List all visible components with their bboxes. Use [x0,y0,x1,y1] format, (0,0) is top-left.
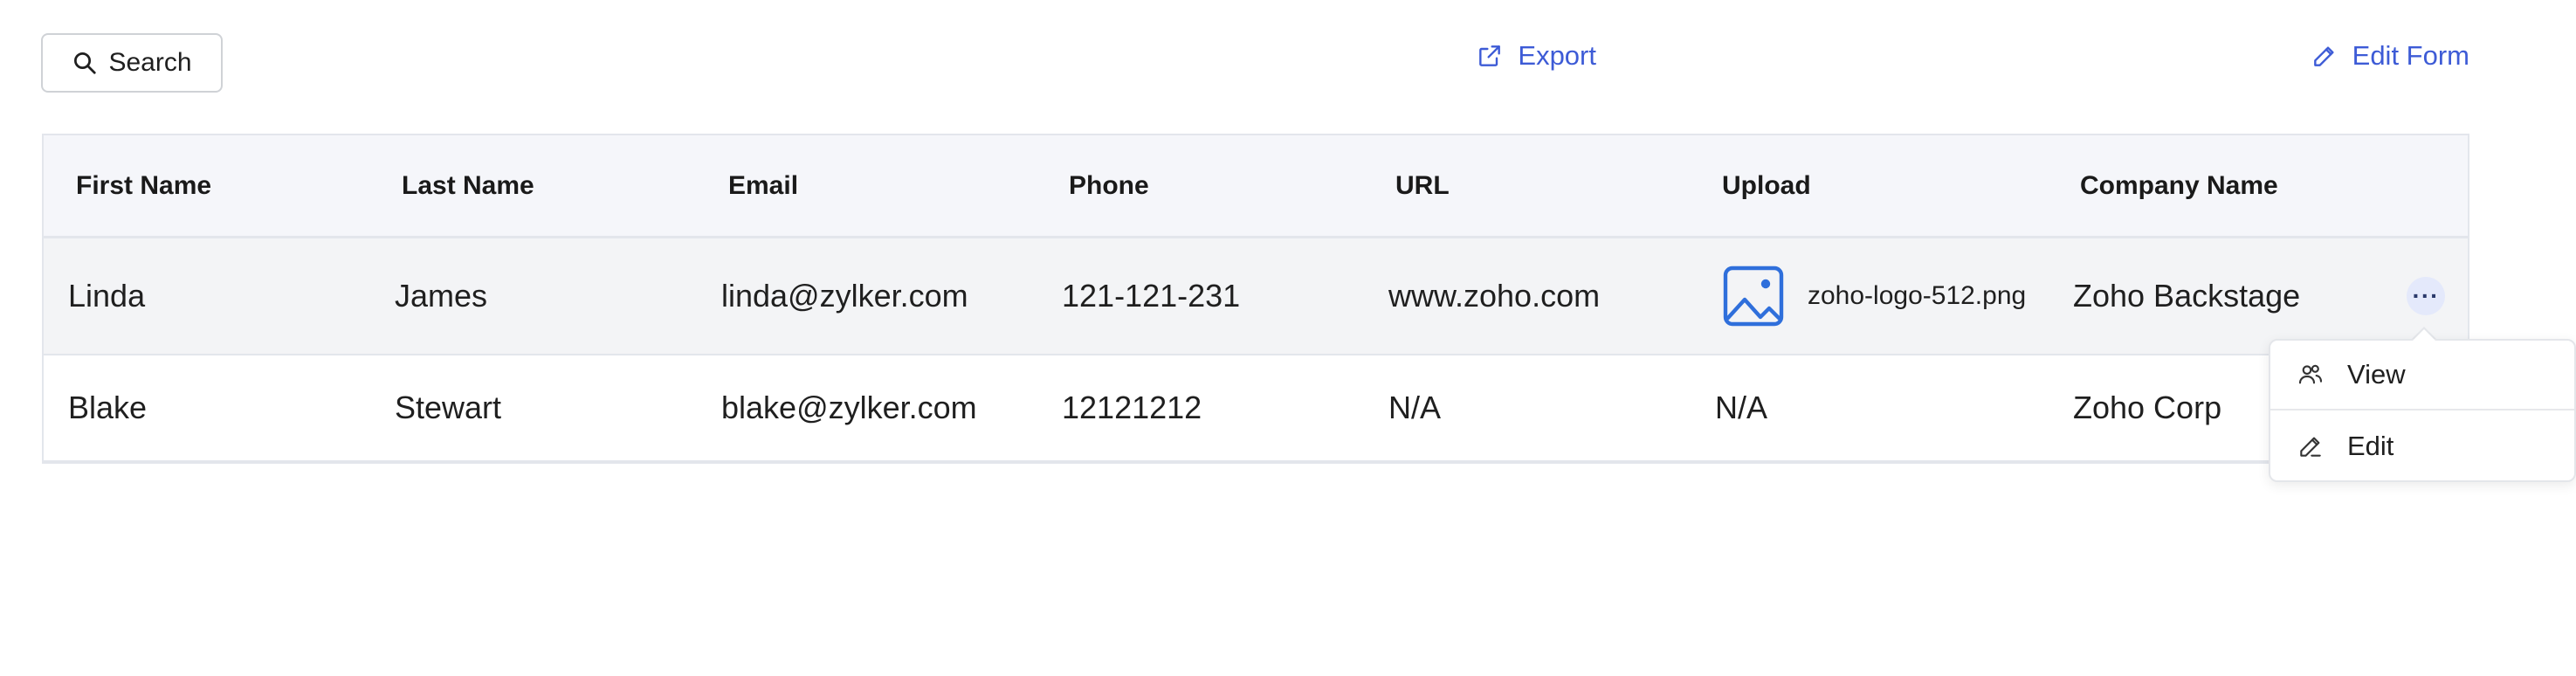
column-header-upload[interactable]: Upload [1722,171,1811,201]
menu-item-edit-label: Edit [2347,431,2394,461]
column-header-phone[interactable]: Phone [1069,171,1149,201]
pencil-icon [2300,437,2321,457]
column-header-last-name[interactable]: Last Name [402,171,534,201]
edit-form-label: Edit Form [2352,40,2469,71]
uploaded-file-name: zoho-logo-512.png [1808,281,2027,310]
cell-last-name: James [395,278,488,314]
search-icon [74,52,97,74]
column-header-company-name[interactable]: Company Name [2080,171,2278,201]
export-icon [1479,45,1501,66]
image-file-icon [1723,266,1784,327]
cell-upload: N/A [1715,390,1768,425]
menu-item-view[interactable]: View [2270,341,2574,410]
export-label: Export [1518,40,1596,71]
cell-company-name: Zoho Backstage [2073,278,2301,314]
column-header-email[interactable]: Email [728,171,798,201]
cell-url: N/A [1388,390,1442,425]
cell-company-name: Zoho Corp [2073,390,2222,425]
cell-email: linda@zylker.com [721,278,968,314]
cell-first-name: Linda [68,278,146,314]
cell-upload[interactable]: zoho-logo-512.png [1722,265,2026,328]
cell-phone: 12121212 [1062,390,1202,425]
people-icon [2298,364,2323,384]
table-row[interactable]: Linda James linda@zylker.com 121-121-231… [44,238,2468,355]
records-table: First Name Last Name Email Phone URL Upl… [42,134,2469,464]
column-header-url[interactable]: URL [1395,171,1450,201]
menu-item-view-label: View [2347,359,2406,390]
search-button[interactable]: Search [41,33,223,93]
row-actions-button[interactable]: ··· [2407,277,2445,315]
menu-caret-inner [2412,329,2436,341]
table-row[interactable]: Blake Stewart blake@zylker.com 12121212 … [44,355,2468,460]
menu-item-edit[interactable]: Edit [2270,411,2574,481]
cell-phone: 121-121-231 [1062,278,1241,314]
row-actions-menu: View Edit [2269,339,2576,482]
search-button-label: Search [108,48,192,77]
cell-last-name: Stewart [395,390,502,425]
table-header: First Name Last Name Email Phone URL Upl… [44,135,2468,238]
export-button[interactable]: Export [1476,40,1596,72]
cell-email: blake@zylker.com [721,390,977,425]
cell-url: www.zoho.com [1388,278,1601,314]
cell-first-name: Blake [68,390,148,425]
column-header-first-name[interactable]: First Name [76,171,211,201]
more-icon: ··· [2412,282,2440,309]
edit-form-button[interactable]: Edit Form [2311,40,2469,72]
pencil-icon [2313,46,2334,66]
